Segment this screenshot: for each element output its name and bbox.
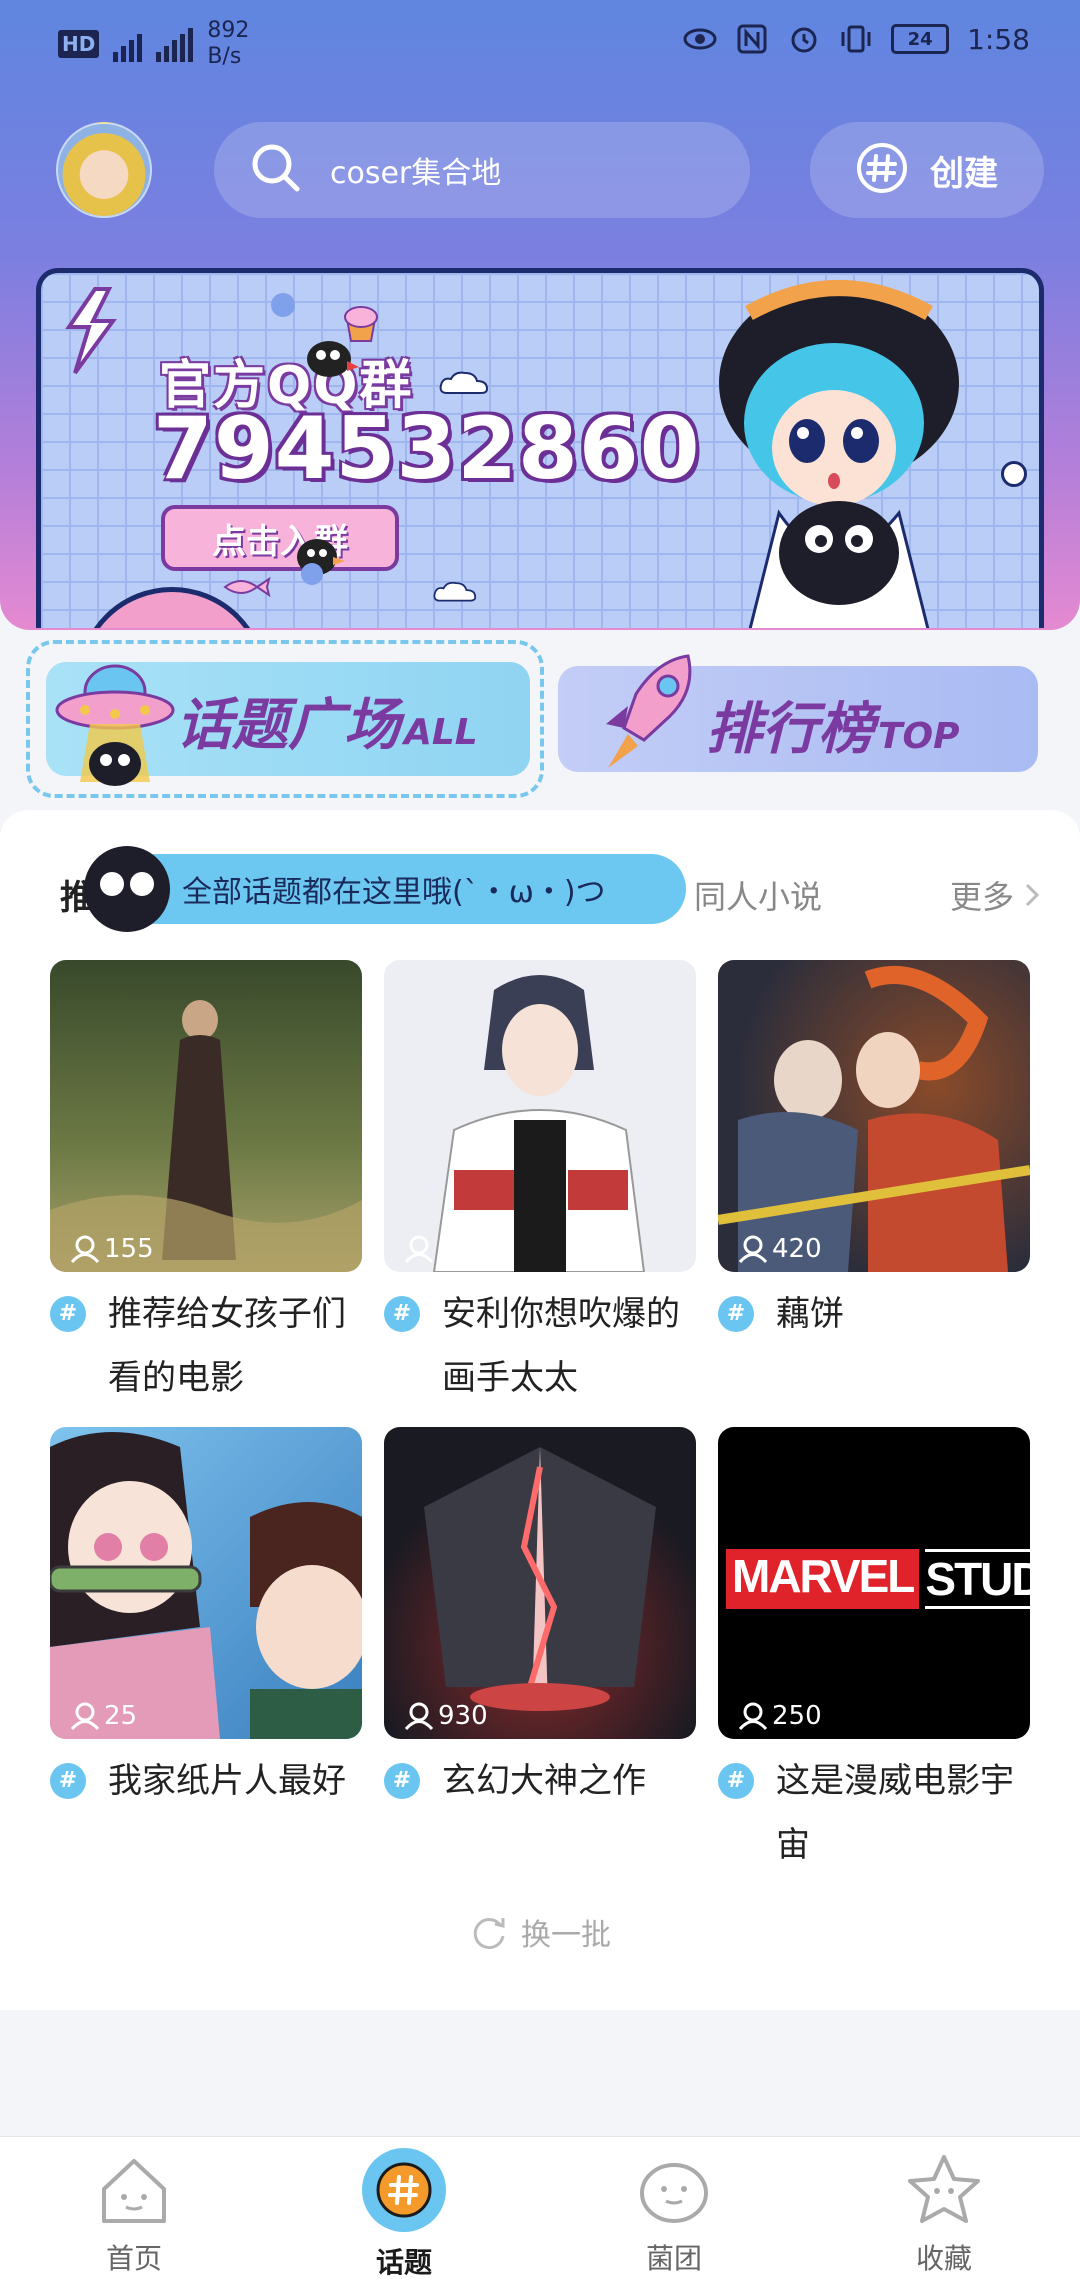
ranking-card[interactable]: 排行榜 TOP (558, 654, 1038, 772)
topic-card[interactable]: 25 # 我家纸片人最好 (50, 1427, 362, 1813)
follower-count: 357 (404, 1234, 488, 1264)
refresh-button[interactable]: 换一批 (0, 1910, 1080, 1954)
hash-icon: # (718, 1763, 754, 1799)
topic-hash-icon (362, 2148, 446, 2232)
anime-siblings-image (50, 1432, 362, 1739)
fish-icon (223, 577, 271, 597)
follower-count: 420 (738, 1234, 822, 1264)
person-icon (404, 1235, 434, 1263)
topic-title: # 这是漫威电影宇宙 (718, 1749, 1030, 1877)
hash-icon: # (384, 1296, 420, 1332)
create-label: 创建 (930, 153, 998, 194)
cookie-face-icon (640, 2163, 708, 2223)
topic-thumbnail: 420 (718, 960, 1030, 1272)
signal-icon (113, 26, 143, 62)
topic-card[interactable]: 420 # 藕饼 (718, 960, 1030, 1346)
nav-home[interactable]: 首页 (34, 2137, 234, 2280)
topic-square-label: 话题广场 ALL (176, 693, 478, 758)
search-icon (250, 142, 302, 198)
follower-count: 930 (404, 1701, 488, 1731)
topic-title: # 安利你想吹爆的画手太太 (384, 1282, 696, 1410)
topic-thumbnail: 25 (50, 1427, 362, 1739)
chevron-right-icon (1025, 883, 1040, 907)
more-link[interactable]: 更多 (950, 872, 1040, 918)
person-icon (70, 1235, 100, 1263)
ranking-label: 排行榜 TOP (706, 697, 960, 762)
anime-boy-image (432, 975, 646, 1272)
follower-count: 25 (70, 1701, 137, 1731)
decor-dot (1001, 461, 1027, 487)
hash-icon (856, 142, 908, 198)
hd-badge: HD (58, 30, 100, 58)
ufo-icon (55, 664, 175, 786)
alarm-icon (787, 22, 821, 56)
user-avatar[interactable] (56, 122, 152, 218)
signal-4g-icon (156, 26, 194, 62)
topic-thumbnail: 155 (50, 960, 362, 1272)
topic-square-card[interactable]: 话题广场 ALL (26, 640, 544, 798)
hash-icon: # (384, 1763, 420, 1799)
person-icon (738, 1702, 768, 1730)
hash-icon: # (718, 1296, 754, 1332)
topic-card[interactable]: MARVEL STUDIOS 250 #这是漫威电影宇宙 (718, 1427, 1030, 1877)
lightning-icon (65, 287, 117, 375)
fantasy-sword-throne-image (424, 1447, 656, 1711)
anime-girl-illustration (719, 280, 959, 628)
chinese-myth-illustration (718, 966, 1030, 1272)
person-icon (738, 1235, 768, 1263)
person-icon (70, 1702, 100, 1730)
topic-thumbnail: 357 (384, 960, 696, 1272)
search-bar[interactable]: coser集合地 (214, 122, 750, 218)
nav-groups[interactable]: 菌团 (574, 2137, 774, 2280)
follower-count: 155 (70, 1234, 154, 1264)
woman-in-field-image (50, 1000, 362, 1272)
nfc-icon (735, 22, 769, 56)
search-placeholder: coser集合地 (330, 156, 502, 191)
topic-card[interactable]: 357 # 安利你想吹爆的画手太太 (384, 960, 696, 1410)
bottom-navigation: 首页 话题 菌团 收藏 (0, 2136, 1080, 2280)
nav-topics[interactable]: 话题 (304, 2137, 504, 2280)
qq-group-banner[interactable]: 官方QQ群 794532860 点击入群 (36, 268, 1044, 628)
battery-icon: 24 (891, 24, 950, 54)
nav-favorites[interactable]: 收藏 (844, 2137, 1044, 2280)
topic-title: # 推荐给女孩子们看的电影 (50, 1282, 362, 1410)
eye-icon (683, 22, 717, 56)
topic-card[interactable]: 930 # 玄幻大神之作 (384, 1427, 696, 1813)
decor-dot (271, 293, 295, 317)
topic-title: # 藕饼 (718, 1282, 1030, 1346)
topic-card[interactable]: 155 # 推荐给女孩子们看的电影 (50, 960, 362, 1410)
cloud-small-icon (433, 581, 477, 602)
vibrate-icon (839, 22, 873, 56)
refresh-icon (473, 1918, 505, 1950)
cupcake-icon (344, 306, 378, 342)
mascot-icon (84, 846, 170, 932)
decor-dot (301, 563, 323, 585)
status-bar: HD 892 B/s 24 1:58 (0, 0, 1080, 90)
person-icon (404, 1702, 434, 1730)
topic-title: # 我家纸片人最好 (50, 1749, 362, 1813)
banner-group-number: 794532860 (153, 399, 701, 499)
home-face-icon (102, 2159, 166, 2223)
hash-icon: # (50, 1763, 86, 1799)
follower-count: 250 (738, 1701, 822, 1731)
topic-title: # 玄幻大神之作 (384, 1749, 696, 1813)
topic-tabs: 推 全部话题都在这里哦(`・ω・)つ 同人小说 更多 (0, 846, 1080, 938)
tab-fan-fiction[interactable]: 同人小说 (694, 872, 822, 918)
network-speed: 892 B/s (207, 18, 250, 69)
join-group-button[interactable]: 点击入群 (161, 505, 399, 571)
clock: 1:58 (967, 22, 1030, 56)
create-button[interactable]: 创建 (810, 122, 1044, 218)
marvel-studios-logo: MARVEL STUDIOS (726, 1549, 1030, 1609)
cloud-icon (439, 371, 489, 394)
topic-thumbnail: MARVEL STUDIOS 250 (718, 1427, 1030, 1739)
hint-tooltip: 全部话题都在这里哦(`・ω・)つ (120, 854, 686, 924)
topic-thumbnail: 930 (384, 1427, 696, 1739)
rocket-icon (606, 654, 692, 768)
star-face-icon (908, 2155, 980, 2223)
hash-icon: # (50, 1296, 86, 1332)
